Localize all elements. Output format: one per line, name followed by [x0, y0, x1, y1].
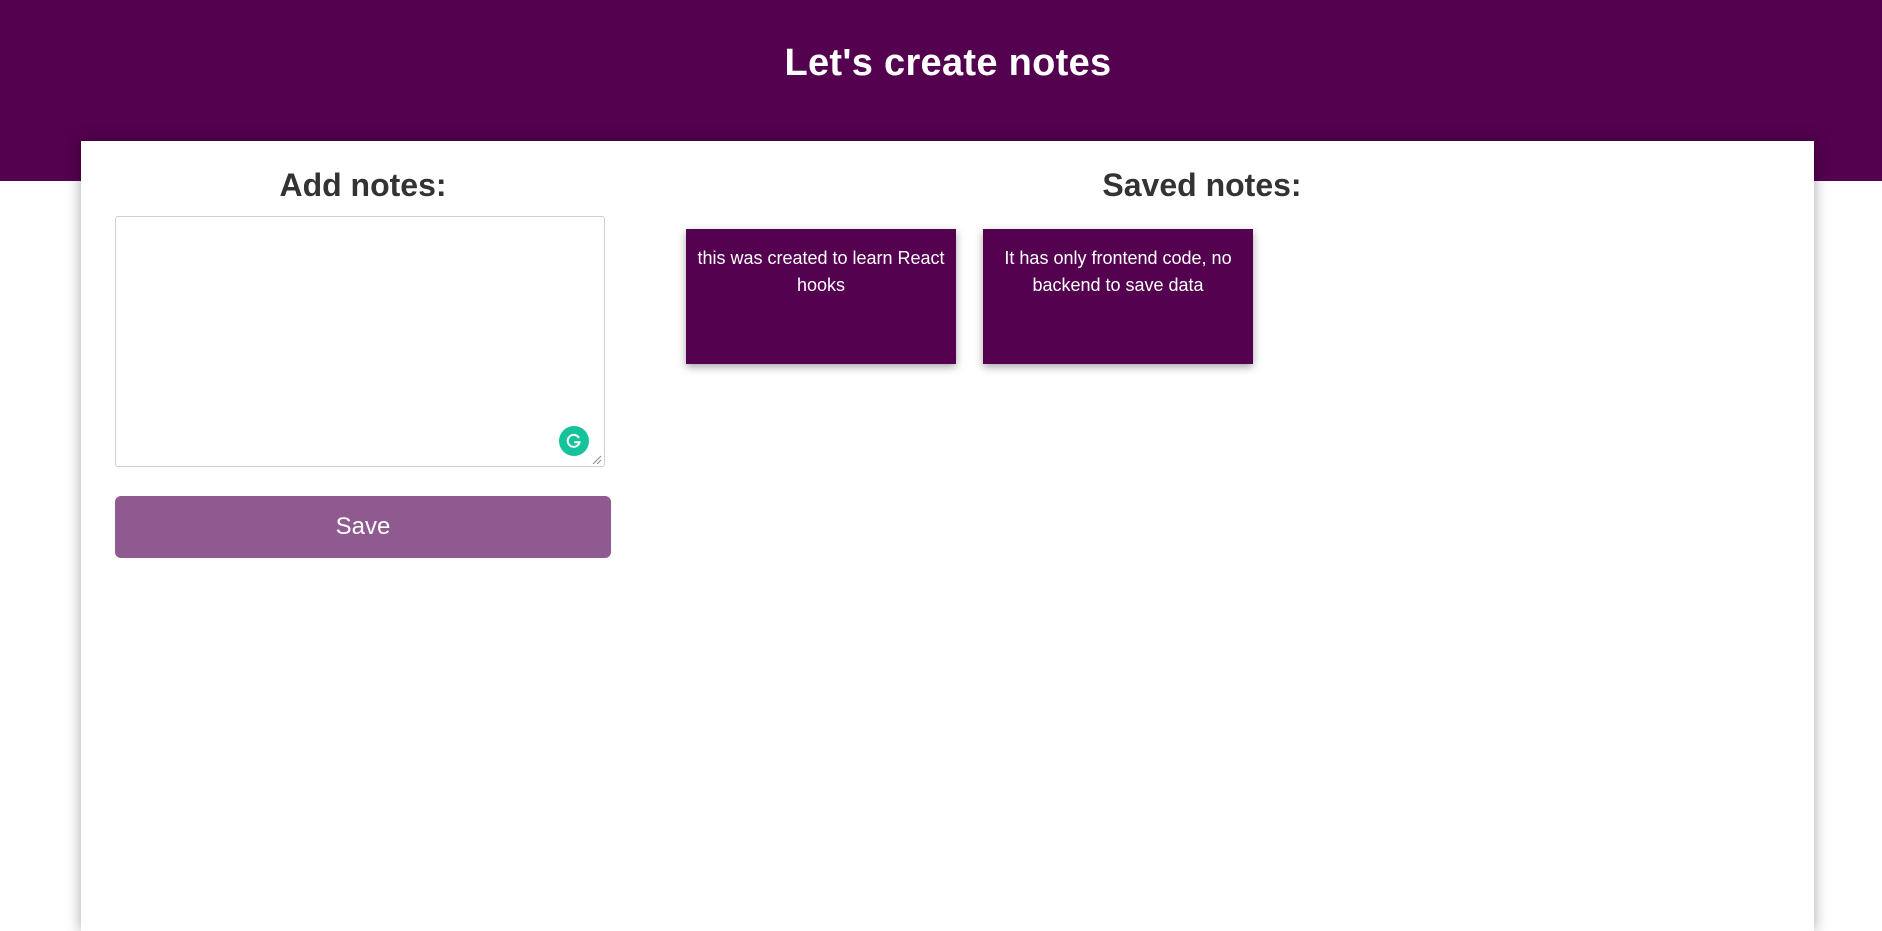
saved-notes-heading: Saved notes: — [1102, 167, 1302, 203]
note-card[interactable]: It has only frontend code, no backend to… — [983, 229, 1253, 364]
saved-notes-list: this was created to learn React hooks It… — [686, 229, 1253, 364]
page-title: Let's create notes — [784, 42, 1112, 84]
grammarly-icon[interactable] — [559, 426, 589, 456]
resize-handle-icon[interactable] — [590, 452, 602, 465]
add-notes-heading: Add notes: — [279, 167, 447, 203]
note-card[interactable]: this was created to learn React hooks — [686, 229, 956, 364]
note-textarea[interactable] — [115, 216, 605, 467]
main-card: Add notes: Save Saved notes: this was cr… — [81, 141, 1814, 931]
save-button[interactable]: Save — [115, 496, 611, 558]
